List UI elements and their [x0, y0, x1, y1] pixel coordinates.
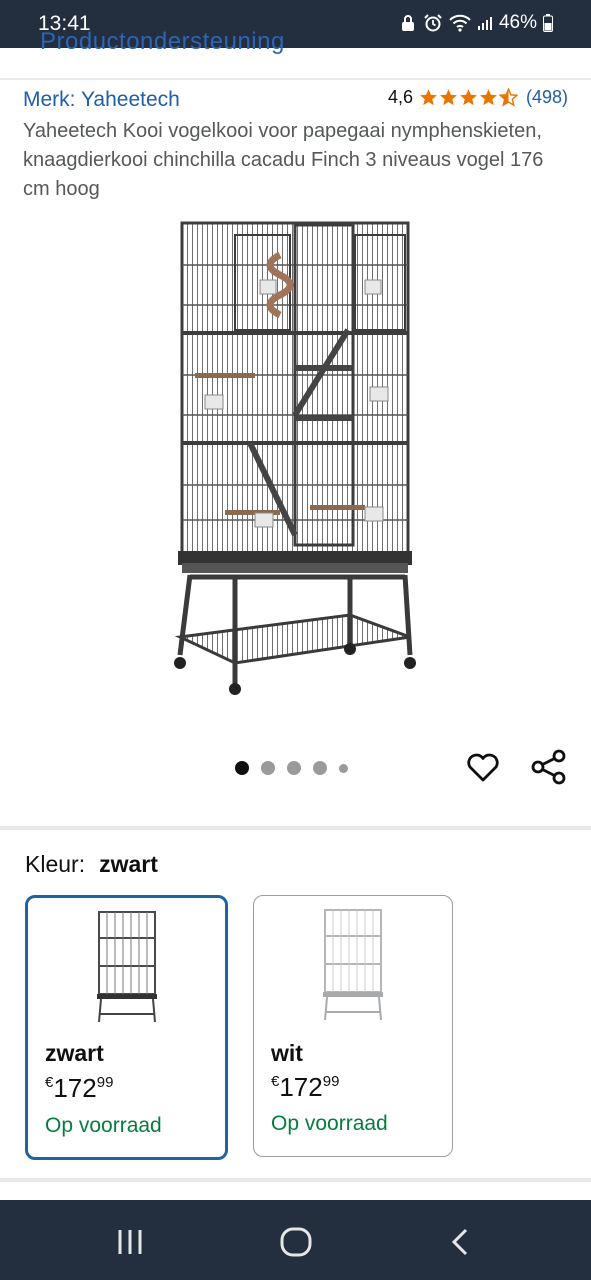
- heart-icon: [467, 753, 499, 782]
- divider: [0, 78, 591, 80]
- home-icon: [280, 1227, 312, 1257]
- recent-apps-button[interactable]: [110, 1222, 150, 1262]
- stock-status: Op voorraad: [45, 1114, 162, 1137]
- price-fraction: 99: [96, 1074, 114, 1091]
- wishlist-button[interactable]: [464, 748, 502, 786]
- star-icon: [440, 89, 457, 106]
- rating-count[interactable]: (498): [526, 87, 568, 108]
- signal-icon: [477, 15, 493, 31]
- price-whole: 172: [279, 1072, 323, 1102]
- rating-value: 4,6: [387, 87, 413, 107]
- color-label-text: Kleur:: [25, 851, 86, 877]
- carousel-dot: [261, 761, 275, 775]
- color-option-black[interactable]: zwart €17299 Op voorraad: [25, 895, 228, 1160]
- star-icon: [480, 89, 497, 106]
- back-button[interactable]: [440, 1222, 480, 1262]
- carousel-dot: [287, 761, 301, 775]
- product-image[interactable]: [160, 215, 435, 700]
- color-option-price: €17299: [45, 1073, 113, 1104]
- product-title: Yaheetech Kooi vogelkooi voor papegaai n…: [23, 120, 544, 200]
- status-icons: 46%: [399, 12, 553, 34]
- carousel-indicator[interactable]: [235, 761, 348, 775]
- carousel-dot: [339, 763, 348, 773]
- brand-link[interactable]: Merk: Yaheetech: [23, 88, 180, 112]
- recent-apps-icon: [118, 1230, 142, 1254]
- stock-status: Op voorraad: [271, 1112, 388, 1135]
- wifi-icon: [449, 14, 471, 32]
- color-selector-label: Kleur: zwart: [25, 851, 158, 878]
- lock-notification-icon: [399, 14, 417, 32]
- color-option-name: wit: [271, 1040, 303, 1066]
- color-option-image: [323, 909, 383, 1021]
- half-star-icon: [498, 88, 518, 107]
- color-option-white[interactable]: wit €17299 Op voorraad: [253, 895, 453, 1157]
- home-button[interactable]: [276, 1222, 316, 1262]
- star-icon: [460, 89, 477, 106]
- color-option-image: [96, 911, 157, 1023]
- back-icon: [451, 1228, 468, 1256]
- price-whole: 172: [53, 1073, 97, 1103]
- system-nav-bar: [0, 1200, 591, 1280]
- price-fraction: 99: [322, 1073, 340, 1090]
- color-option-price: €17299: [271, 1072, 339, 1103]
- carousel-dot: [313, 761, 327, 775]
- alarm-icon: [423, 13, 443, 33]
- star-rating: [419, 88, 518, 107]
- section-divider: [0, 1178, 591, 1182]
- star-icon: [420, 89, 437, 106]
- section-divider: [0, 826, 591, 830]
- share-button[interactable]: [530, 748, 568, 786]
- battery-icon: [543, 14, 553, 32]
- rating-summary[interactable]: 4,6 (498): [388, 87, 568, 108]
- battery-percentage: 46%: [498, 12, 537, 33]
- carousel-dot: [235, 761, 249, 775]
- color-option-name: zwart: [45, 1040, 104, 1066]
- support-link[interactable]: Productondersteuning: [40, 28, 285, 56]
- selected-color-name: zwart: [99, 851, 158, 877]
- share-icon: [531, 749, 566, 785]
